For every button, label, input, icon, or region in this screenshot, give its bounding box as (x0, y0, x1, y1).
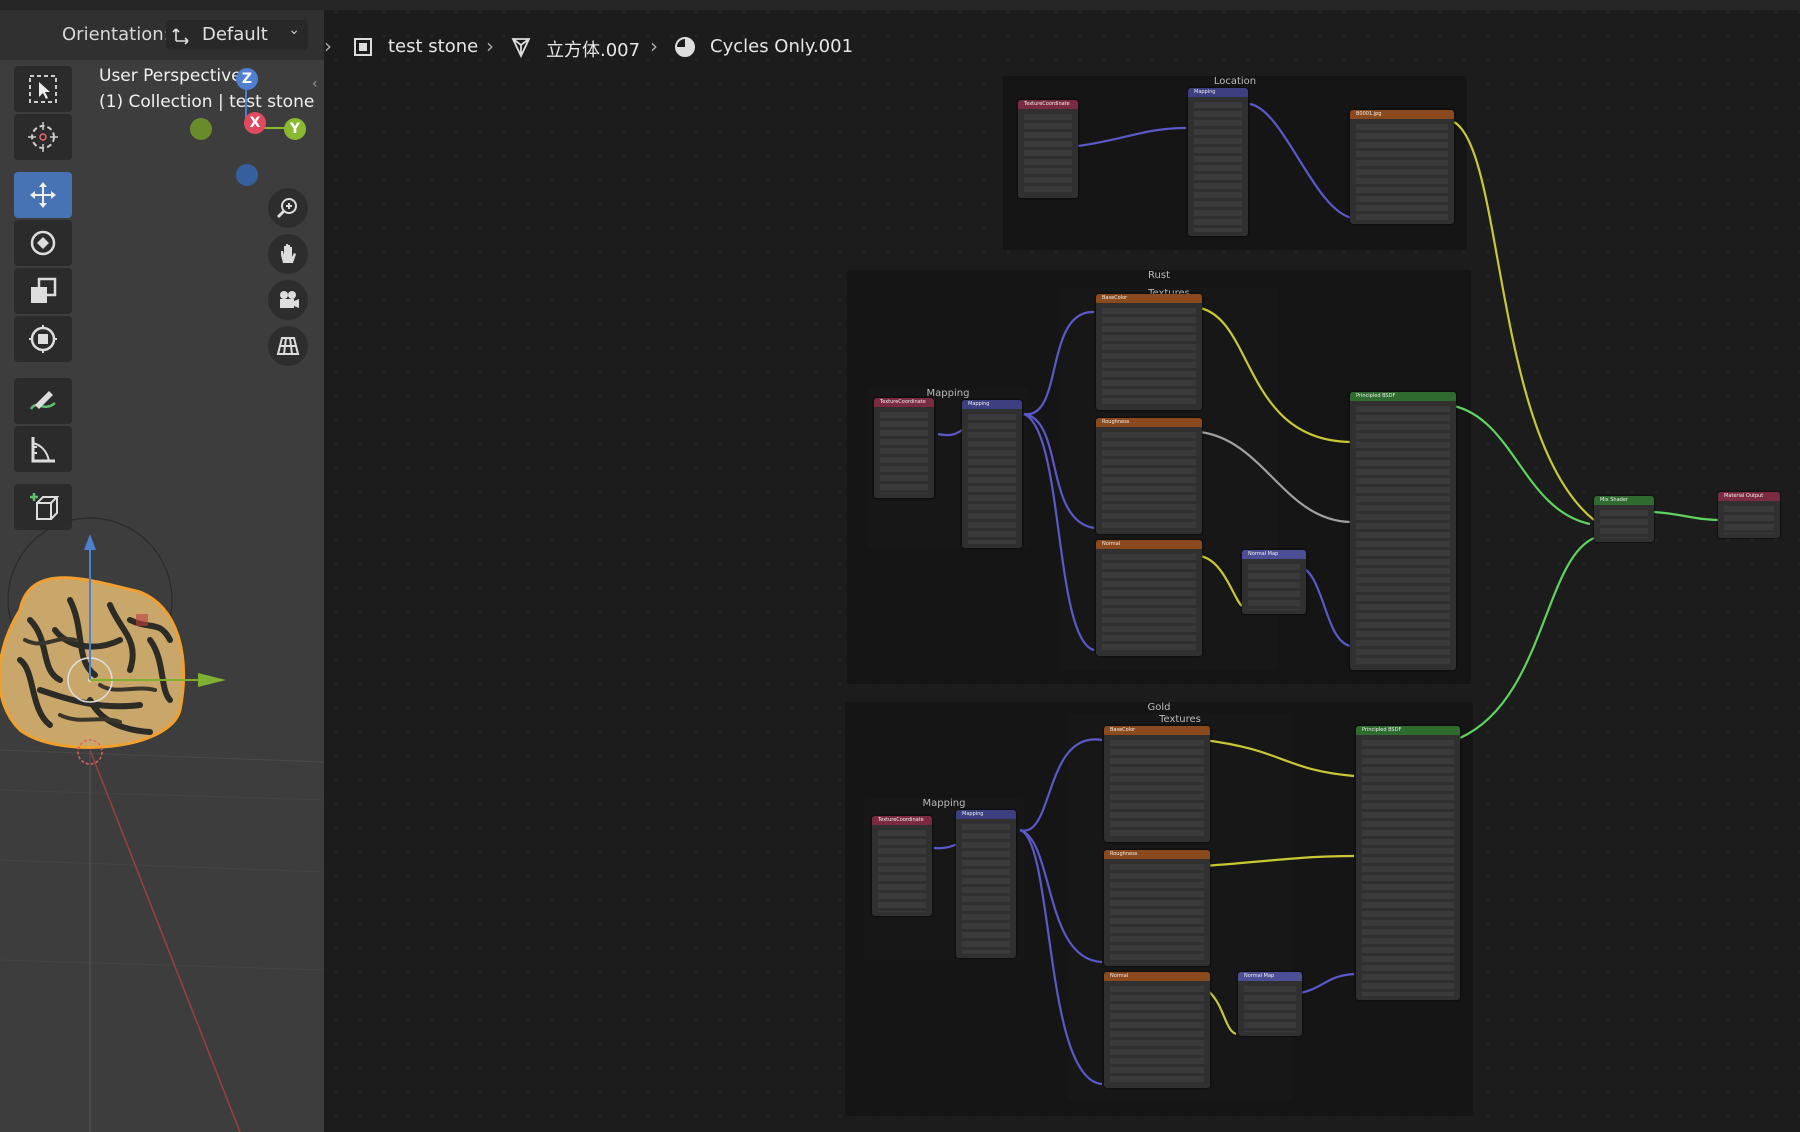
image-texture-node[interactable]: Roughness (1104, 850, 1210, 966)
orientation-dropdown[interactable]: Default ⌄ (166, 20, 308, 50)
link (1019, 828, 1103, 1086)
node-title: Normal Map (1242, 550, 1306, 559)
move-tool[interactable] (14, 172, 72, 218)
link-mapping-to-image (1249, 102, 1353, 220)
measure-tool[interactable] (14, 426, 72, 472)
node-title: Mapping (962, 400, 1022, 409)
link (1023, 412, 1095, 652)
zoom-button[interactable] (268, 188, 308, 228)
node-title: Principled BSDF (1356, 726, 1460, 735)
scene-view[interactable] (0, 500, 324, 1132)
image-texture-node[interactable]: Roughness (1096, 418, 1202, 534)
link (1199, 306, 1351, 444)
texture-coordinate-node[interactable]: TextureCoordinate (874, 398, 934, 498)
texture-coordinate-node[interactable]: TextureCoordinate (1018, 100, 1078, 198)
collapse-arrow-icon[interactable]: ‹ (312, 76, 318, 92)
mapping-node[interactable]: Mapping (962, 400, 1022, 548)
annotate-tool[interactable] (14, 378, 72, 424)
cursor-tool[interactable] (14, 114, 72, 160)
cursor-icon (28, 122, 58, 152)
image-texture-node[interactable]: Normal (1104, 972, 1210, 1088)
node-title: Principled BSDF (1350, 392, 1456, 401)
axis-neg-y-icon[interactable] (190, 118, 212, 140)
node-title: TextureCoordinate (1018, 100, 1078, 109)
image-texture-node[interactable]: Normal (1096, 540, 1202, 656)
normal-map-node[interactable]: Normal Map (1238, 972, 1302, 1036)
3d-viewport[interactable]: Orientation: Default ⌄ User Perspective … (0, 0, 324, 1132)
camera-icon (280, 291, 299, 308)
principled-bsdf-node[interactable]: Principled BSDF (1350, 392, 1456, 670)
measure-icon (31, 437, 55, 463)
grid-perspective-icon (276, 337, 300, 355)
link (1199, 554, 1243, 607)
select-box-icon (29, 75, 57, 103)
select-box-tool[interactable] (14, 66, 72, 112)
material-output-node[interactable]: Material Output (1718, 492, 1780, 538)
scale-tool[interactable] (14, 268, 72, 314)
hand-icon (281, 244, 296, 263)
node-title: TextureCoordinate (872, 816, 932, 825)
texture-coordinate-node[interactable]: TextureCoordinate (872, 816, 932, 916)
link (1203, 854, 1355, 868)
orientation-value: Default (202, 24, 268, 45)
axis-y-icon[interactable]: Y (284, 118, 306, 140)
transform-icon (29, 325, 57, 353)
transform-orientation-icon (172, 28, 189, 45)
link (1293, 972, 1355, 996)
link (1199, 430, 1351, 524)
axis-neg-z-icon[interactable] (236, 164, 258, 186)
axis-z-icon[interactable]: Z (236, 68, 258, 90)
image-texture-node[interactable]: BaseColor (1104, 726, 1210, 842)
node-title: BaseColor (1104, 726, 1210, 735)
link (1203, 738, 1355, 778)
node-title: Material Output (1718, 492, 1780, 501)
chevron-down-icon: ⌄ (288, 22, 300, 38)
link-image-color (1453, 121, 1595, 521)
stone-object[interactable] (0, 576, 186, 749)
link (1459, 536, 1595, 740)
transform-tool[interactable] (14, 316, 72, 362)
pan-button[interactable] (268, 234, 308, 274)
node-title: BaseColor (1096, 294, 1202, 303)
link (1653, 510, 1723, 522)
annotate-icon (29, 391, 56, 410)
link (1019, 738, 1103, 832)
node-title: Normal Map (1238, 972, 1302, 981)
rotate-icon (30, 230, 56, 256)
node-title: B0001.jpg (1350, 110, 1454, 119)
scale-icon (31, 277, 57, 303)
link (1023, 412, 1095, 530)
orientation-label: Orientation: (62, 24, 170, 45)
axis-x-icon[interactable]: X (244, 112, 266, 134)
rotate-tool[interactable] (14, 220, 72, 266)
camera-view-button[interactable] (268, 280, 308, 320)
node-title: Mapping (1188, 88, 1248, 97)
mapping-node[interactable]: Mapping (1188, 88, 1248, 236)
node-title: Normal (1096, 540, 1202, 549)
link (1023, 310, 1095, 416)
link (1453, 404, 1591, 526)
image-texture-node[interactable]: B0001.jpg (1350, 110, 1454, 224)
node-title: TextureCoordinate (874, 398, 934, 407)
node-title: Mix Shader (1594, 496, 1654, 505)
link-uv-to-mapping (1077, 126, 1187, 148)
node-title: Normal (1104, 972, 1210, 981)
zoom-icon (276, 198, 297, 219)
node-title: Mapping (956, 810, 1016, 819)
normal-map-node[interactable]: Normal Map (1242, 550, 1306, 614)
mapping-node[interactable]: Mapping (956, 810, 1016, 958)
perspective-toggle-button[interactable] (268, 326, 308, 366)
node-title: Roughness (1096, 418, 1202, 427)
node-title: Roughness (1104, 850, 1210, 859)
top-header-strip (0, 0, 324, 10)
image-texture-node[interactable]: BaseColor (1096, 294, 1202, 410)
mix-shader-node[interactable]: Mix Shader (1594, 496, 1654, 542)
principled-bsdf-node[interactable]: Principled BSDF (1356, 726, 1460, 1000)
move-icon (30, 182, 56, 208)
